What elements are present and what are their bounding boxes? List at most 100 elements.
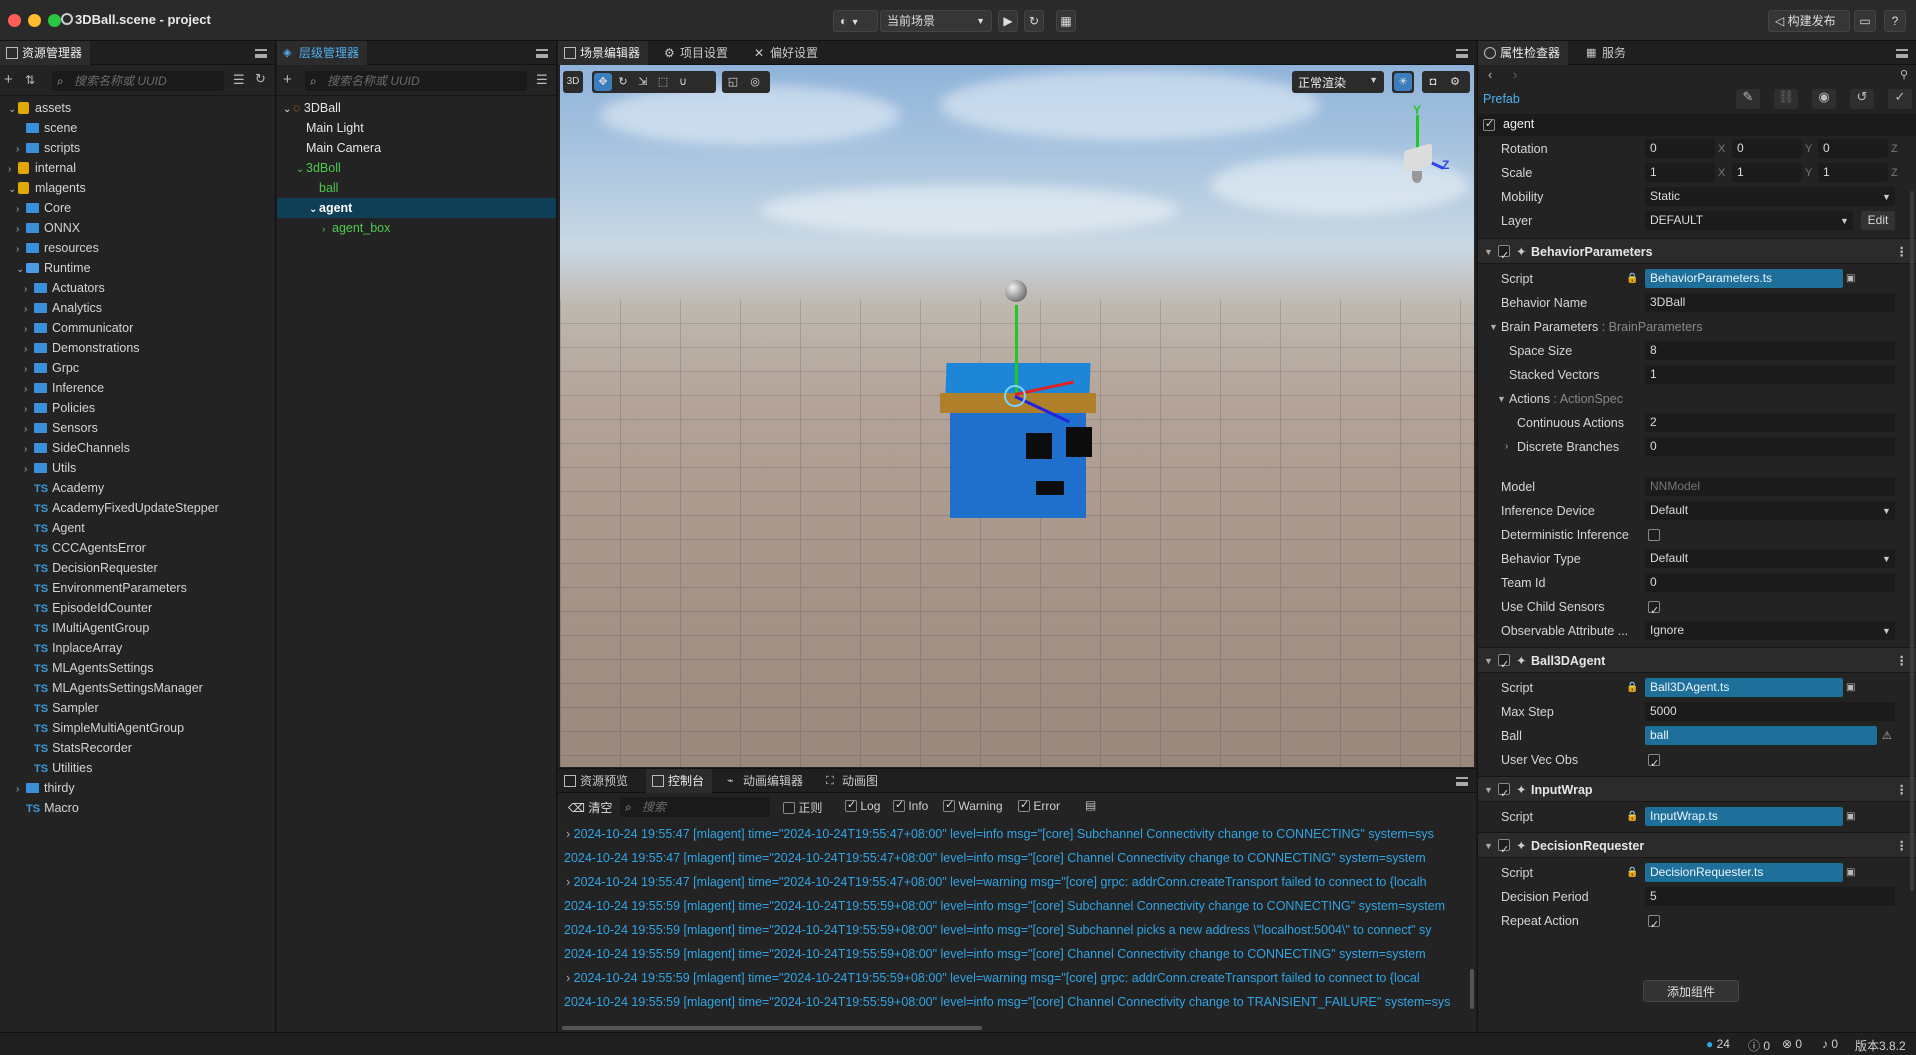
behavior-parameters-enabled[interactable] [1498, 243, 1510, 269]
model-field[interactable]: NNModel [1645, 477, 1895, 496]
magnet-tool-icon[interactable]: ∪ [674, 73, 692, 91]
asset-item[interactable]: › Actuators [24, 278, 105, 298]
chevron-right-icon[interactable]: › [322, 220, 332, 240]
asset-item[interactable]: › Grpc [24, 358, 79, 378]
ba-script-field[interactable]: Ball3DAgent.ts [1645, 678, 1843, 697]
mobility-select[interactable]: Static [1645, 187, 1895, 206]
camera-icon[interactable]: ◘ [1424, 73, 1442, 91]
chevron-right-icon[interactable]: › [566, 971, 574, 985]
continuous-actions-input[interactable]: 2 [1645, 413, 1895, 432]
scale-x[interactable]: 1 [1645, 163, 1715, 182]
asset-item[interactable]: TS MLAgentsSettings [24, 658, 154, 678]
mode-3d-button[interactable]: 3D [564, 73, 582, 91]
chevron-right-icon[interactable]: › [16, 200, 26, 220]
hierarchy-node[interactable]: Main Light [296, 118, 364, 138]
decision-requester-header[interactable]: ▼ ✦ DecisionRequester ⋮ [1478, 832, 1916, 863]
decision-requester-enabled[interactable] [1498, 837, 1510, 863]
console-hscrollbar[interactable] [562, 1026, 982, 1030]
tab-scene-editor[interactable]: 场景编辑器 [558, 41, 649, 65]
more-icon[interactable]: ⋮ [1896, 239, 1909, 265]
chevron-down-icon[interactable]: ⌄ [8, 100, 18, 120]
asset-item[interactable]: › internal [8, 158, 76, 178]
tab-hierarchy[interactable]: ◈ 层级管理器 [277, 41, 368, 65]
prefab-revert-icon[interactable]: ↺ [1850, 89, 1874, 109]
render-mode-select[interactable]: 正常渲染 ▼ [1292, 71, 1384, 93]
decision-period-input[interactable]: 5 [1645, 887, 1895, 906]
asset-item[interactable]: TS Utilities [24, 758, 92, 778]
asset-item[interactable]: › Demonstrations [24, 338, 140, 358]
tab-project-settings[interactable]: ⚙ 项目设置 [658, 41, 736, 65]
console-scrollbar[interactable] [1470, 969, 1474, 1009]
minimize-window-button[interactable] [28, 14, 41, 27]
chevron-down-icon[interactable]: ⌄ [16, 260, 26, 280]
asset-item[interactable]: ⌄ mlagents [8, 178, 86, 198]
behavior-parameters-header[interactable]: ▼ ✦ BehaviorParameters ⋮ [1478, 238, 1916, 269]
discrete-branches-input[interactable]: 0 [1645, 437, 1895, 456]
asset-item[interactable]: TS Sampler [24, 698, 99, 718]
brain-parameters-row[interactable]: ▼ Brain Parameters : BrainParameters [1478, 315, 1916, 339]
light-gizmo-icon[interactable] [1004, 385, 1026, 407]
dr-script-field[interactable]: DecisionRequester.ts [1645, 863, 1843, 882]
rotation-x[interactable]: 0 [1645, 139, 1715, 158]
hierarchy-node[interactable]: Main Camera [296, 138, 381, 158]
more-icon[interactable]: ⋮ [1896, 777, 1909, 803]
chevron-right-icon[interactable]: › [16, 140, 26, 160]
asset-item[interactable]: › Utils [24, 458, 76, 478]
refresh-button[interactable]: ↻ [1024, 10, 1044, 32]
hierarchy-menu-icon[interactable] [536, 49, 548, 58]
error-checkbox[interactable] [1018, 798, 1030, 812]
chevron-right-icon[interactable]: › [24, 420, 34, 440]
tab-preferences[interactable]: ✕ 偏好设置 [748, 41, 826, 65]
chevron-down-icon[interactable]: ⌄ [296, 160, 306, 180]
chevron-right-icon[interactable]: › [566, 827, 574, 841]
move-tool-icon[interactable]: ✥ [594, 73, 612, 91]
asset-item[interactable]: scene [16, 118, 77, 138]
console-search-input[interactable]: ⌕ 搜索 [620, 797, 770, 817]
status-info[interactable]: ● 24 [1706, 1037, 1730, 1051]
play-button[interactable]: ▶ [998, 10, 1018, 32]
chevron-right-icon[interactable]: › [24, 400, 34, 420]
tab-services[interactable]: ▦ 服务 [1580, 41, 1634, 65]
log-checkbox[interactable] [845, 798, 857, 812]
prefab-apply-icon[interactable]: ✓ [1888, 89, 1912, 109]
platform-select[interactable]: ◐ ▼ [833, 10, 878, 32]
tab-inspector[interactable]: 属性检查器 [1478, 41, 1569, 65]
ball-sphere[interactable] [1005, 280, 1027, 302]
prefab-locate-icon[interactable]: ◉ [1812, 89, 1836, 109]
tab-assets[interactable]: 资源管理器 [0, 41, 91, 65]
asset-item[interactable]: TS InplaceArray [24, 638, 122, 658]
asset-item[interactable]: › Policies [24, 398, 95, 418]
space-size-input[interactable]: 8 [1645, 341, 1895, 360]
local-space-icon[interactable]: ◱ [724, 73, 742, 91]
collapse-all-icon[interactable]: ☰ [233, 72, 245, 88]
lightbulb-icon[interactable]: ☀ [1394, 73, 1412, 91]
pivot-icon[interactable]: ◎ [746, 73, 764, 91]
assets-menu-icon[interactable] [255, 49, 267, 58]
asset-item[interactable]: › scripts [16, 138, 80, 158]
asset-item[interactable]: TS Academy [24, 478, 104, 498]
chevron-down-icon[interactable]: ⌄ [309, 200, 319, 220]
hierarchy-node[interactable]: ball [309, 178, 338, 198]
chevron-right-icon[interactable]: › [24, 460, 34, 480]
scale-z[interactable]: 1 [1818, 163, 1888, 182]
inputwrap-header[interactable]: ▼ ✦ InputWrap ⋮ [1478, 776, 1916, 807]
log-filter[interactable]: Log [845, 798, 880, 813]
tab-asset-preview[interactable]: 资源预览 [558, 769, 636, 793]
build-button[interactable]: ◁ 构建发布 [1768, 10, 1850, 32]
regex-filter[interactable]: 正则 [783, 799, 822, 816]
help-button[interactable]: ? [1884, 10, 1906, 32]
chevron-right-icon[interactable]: › [24, 380, 34, 400]
console-log-line[interactable]: › 2024-10-24 19:55:47 [mlagent] time="20… [566, 870, 1427, 894]
asset-item[interactable]: TS Macro [16, 798, 79, 818]
scale-y[interactable]: 1 [1732, 163, 1802, 182]
rotation-z[interactable]: 0 [1818, 139, 1888, 158]
asset-item[interactable]: ⌄ assets [8, 98, 71, 118]
chevron-right-icon[interactable]: › [24, 280, 34, 300]
warning-filter[interactable]: Warning [943, 798, 1003, 813]
ball3dagent-enabled[interactable] [1498, 652, 1510, 678]
tab-animation-graph[interactable]: ⛶ 动画图 [820, 769, 886, 793]
pin-icon[interactable]: ⚲ [1900, 68, 1908, 81]
chevron-right-icon[interactable]: › [8, 160, 18, 180]
chevron-right-icon[interactable]: › [24, 340, 34, 360]
asset-item[interactable]: TS CCCAgentsError [24, 538, 146, 558]
